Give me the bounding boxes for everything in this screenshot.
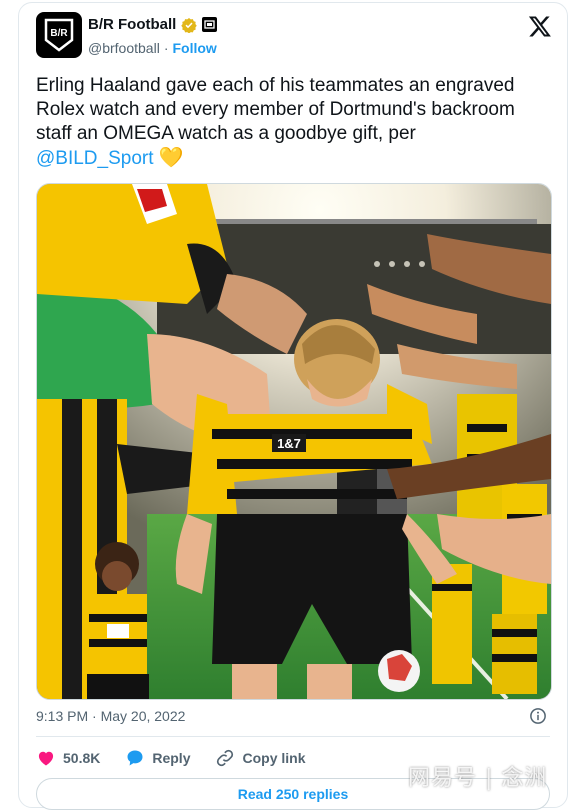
divider [36, 736, 550, 737]
like-count: 50.8K [63, 750, 101, 766]
avatar[interactable]: B/R [36, 12, 82, 58]
br-logo-icon: B/R [44, 18, 74, 52]
reply-icon [127, 750, 143, 766]
like-button[interactable]: 50.8K [36, 748, 100, 768]
yellow-heart-emoji: 💛 [158, 147, 184, 169]
guard-of-honour-photo: 1&7 [37, 184, 551, 699]
tweet-photo[interactable]: 1&7 [36, 183, 552, 700]
copy-link-label: Copy link [242, 750, 306, 766]
x-logo-icon[interactable] [528, 14, 552, 38]
info-icon[interactable] [529, 707, 547, 725]
copy-link-button[interactable]: Copy link [215, 748, 306, 768]
separator-dot: · [163, 40, 169, 56]
affiliate-badge-icon [202, 17, 218, 32]
verified-badge-icon [181, 17, 198, 33]
account-handle[interactable]: @brfootball [88, 40, 160, 56]
follow-button[interactable]: Follow [172, 40, 216, 56]
reply-label: Reply [152, 750, 191, 766]
tweet-timestamp[interactable]: 9:13 PM · May 20, 2022 [36, 708, 185, 724]
reply-button[interactable]: Reply [125, 748, 190, 768]
tweet-text: Erling Haaland gave each of his teammate… [36, 74, 546, 171]
account-name[interactable]: B/R Football [88, 16, 176, 33]
watermark-text: 网易号 | 念洲 [408, 766, 548, 791]
shirt-sponsor-text: 1&7 [277, 436, 301, 451]
heart-icon [38, 751, 54, 766]
mention-link[interactable]: @BILD_Sport [36, 148, 154, 169]
tweet-header: B/R B/R Football @brfootball · Follow [36, 12, 556, 62]
svg-text:B/R: B/R [50, 28, 68, 39]
link-icon [217, 749, 234, 767]
tweet-body: Erling Haaland gave each of his teammate… [36, 75, 515, 144]
action-bar: 50.8K Reply Copy link [36, 748, 331, 768]
